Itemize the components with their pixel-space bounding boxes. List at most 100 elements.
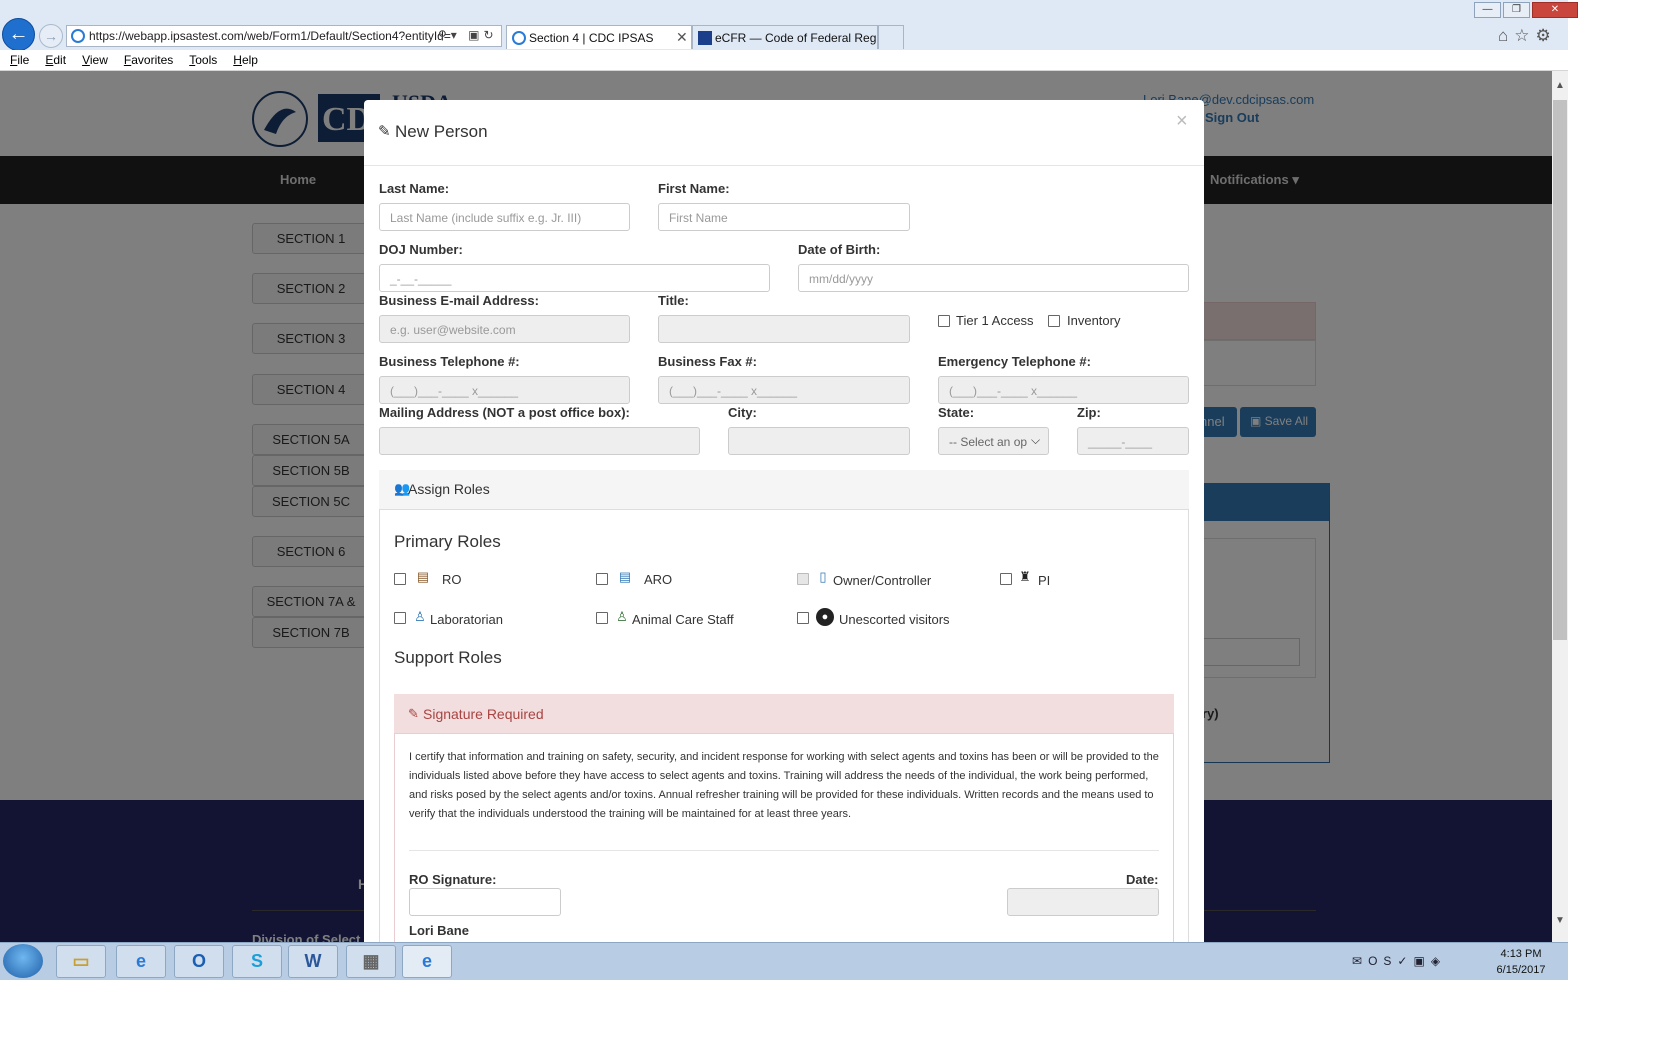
back-button[interactable]: ← [2,18,35,51]
toolbar-icons: ⌂☆⚙ [1498,26,1557,46]
tab-section4[interactable]: Section 4 | CDC IPSAS [506,25,692,49]
close-tab-icon[interactable]: ✕ [676,29,688,46]
last-name-input[interactable]: Last Name (include suffix e.g. Jr. III) [379,203,630,231]
new-tab[interactable] [878,25,904,49]
inventory-checkbox[interactable] [1048,315,1060,327]
mail-icon[interactable]: ✉ [1352,954,1368,968]
internet-explorer-active-icon[interactable]: e [402,945,452,978]
close-window-icon[interactable]: ✕ [1532,2,1578,18]
doj-number-label: DOJ Number: [379,242,463,257]
state-select-value: -- Select an op [949,435,1028,449]
menu-tools[interactable]: Tools [189,53,217,67]
role-laboratorian-checkbox[interactable] [394,612,406,624]
role-laboratorian-label: Laboratorian [430,612,503,627]
id-card-icon: ▤ [618,569,632,584]
date-input[interactable] [1007,888,1159,916]
fax-input[interactable]: (___)___-____ x______ [658,376,910,404]
scroll-down-icon[interactable]: ▼ [1552,915,1568,926]
role-aro-label: ARO [644,572,673,587]
first-name-label: First Name: [658,181,730,196]
modal-header [364,100,1204,166]
zip-label: Zip: [1077,405,1101,420]
state-select[interactable]: -- Select an op ⌵ [938,427,1049,455]
role-aro-checkbox[interactable] [596,573,608,585]
mailing-input[interactable] [379,427,700,455]
new-person-modal: ✎ New Person × Last Name: Last Name (inc… [364,100,1204,942]
user-md-icon: ♙ [616,609,628,624]
city-input[interactable] [728,427,910,455]
outlook-icon[interactable]: O [174,945,224,978]
role-owner-checkbox[interactable] [797,573,809,585]
phone-input[interactable]: (___)___-____ x______ [379,376,630,404]
fax-label: Business Fax #: [658,354,757,369]
user-md-icon: ♙ [414,609,426,624]
menu-help[interactable]: Help [233,53,258,67]
scroll-up-icon[interactable]: ▲ [1552,80,1568,91]
start-button[interactable] [3,944,43,978]
file-explorer-icon[interactable]: ▭ [56,945,106,978]
gear-icon[interactable]: ⚙ [1536,26,1557,45]
support-roles-heading: Support Roles [394,648,502,667]
dob-input[interactable]: mm/dd/yyyy [798,264,1189,292]
doj-number-input[interactable]: _-__-_____ [379,264,770,292]
menu-favorites[interactable]: Favorites [124,53,173,67]
role-pi-checkbox[interactable] [1000,573,1012,585]
last-name-label: Last Name: [379,181,450,196]
email-input[interactable]: e.g. user@website.com [379,315,630,343]
state-label: State: [938,405,975,420]
forward-button[interactable]: → [39,24,63,48]
address-bar[interactable]: https://webapp.ipsastest.com/web/Form1/D… [66,25,502,47]
address-bar-icons[interactable]: ⚲▾ ▣↻ [438,28,498,42]
primary-roles-heading: Primary Roles [394,532,501,551]
minimize-icon[interactable]: — [1474,2,1501,18]
internet-explorer-icon[interactable]: e [116,945,166,978]
skype-icon[interactable]: S [232,945,282,978]
menu-bar: File Edit View Favorites Tools Help [0,50,1568,71]
role-owner-label: Owner/Controller [833,573,932,588]
tab-ecfr[interactable]: eCFR — Code of Federal Regul... [692,25,878,49]
ro-signature-label: RO Signature: [409,872,497,887]
date-label: Date: [1126,872,1159,887]
tier1-checkbox[interactable] [938,315,950,327]
id-card-icon: ▤ [416,569,430,584]
badge-icon: ▯ [819,569,827,584]
refresh-icon[interactable]: ↻ [484,28,498,42]
check-icon[interactable]: ✓ [1397,954,1413,968]
first-name-input[interactable]: First Name [658,203,910,231]
outlook-tray-icon[interactable]: O [1368,954,1383,968]
zip-input[interactable]: _____-____ [1077,427,1189,455]
scrollbar-thumb[interactable] [1553,100,1567,640]
ie-icon [71,29,85,43]
signature-title: Signature Required [423,706,544,722]
search-icon[interactable]: ⚲ [438,28,451,42]
security-icon[interactable]: ◈ [1431,954,1446,968]
calculator-icon[interactable]: ▦ [346,945,396,978]
menu-view[interactable]: View [82,53,108,67]
modal-close-button[interactable]: × [1176,110,1188,133]
skype-tray-icon[interactable]: S [1383,954,1397,968]
title-label: Title: [658,293,689,308]
app-tray-icon[interactable]: ▣ [1413,954,1430,968]
role-pi-label: PI [1038,573,1051,588]
word-icon[interactable]: W [288,945,338,978]
signature-divider [409,850,1159,851]
role-ro-label: RO [442,572,462,587]
menu-edit[interactable]: Edit [45,53,66,67]
role-animal-care-checkbox[interactable] [596,612,608,624]
menu-file[interactable]: File [10,53,29,67]
inventory-label: Inventory [1067,313,1121,328]
clock[interactable]: 4:13 PM 6/15/2017 [1492,946,1550,978]
user-circle-icon: ● [816,608,834,626]
role-ro-checkbox[interactable] [394,573,406,585]
role-animal-care-label: Animal Care Staff [632,612,734,627]
emergency-input[interactable]: (___)___-____ x______ [938,376,1189,404]
system-tray: ✉OS✓▣◈ [1352,954,1446,968]
tab-label: Section 4 | CDC IPSAS [529,31,654,45]
ro-signature-input[interactable] [409,888,561,916]
title-input[interactable] [658,315,910,343]
star-icon[interactable]: ☆ [1514,26,1535,45]
assign-roles-title: Assign Roles [408,481,490,497]
role-visitors-checkbox[interactable] [797,612,809,624]
restore-icon[interactable]: ❐ [1503,2,1530,18]
home-icon[interactable]: ⌂ [1498,26,1514,45]
